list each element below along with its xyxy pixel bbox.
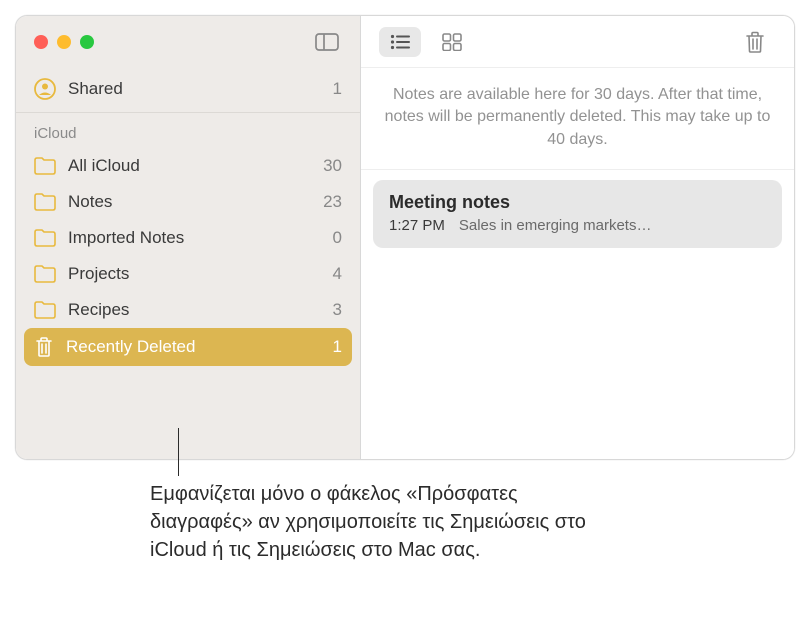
folder-icon (34, 193, 56, 211)
note-title: Meeting notes (389, 192, 766, 213)
sidebar-item-count: 0 (333, 228, 342, 248)
sidebar-section-header: iCloud (16, 113, 360, 148)
sidebar-item-shared[interactable]: Shared 1 (16, 68, 360, 113)
sidebar-toggle-button[interactable] (312, 31, 342, 53)
sidebar-item-count: 1 (333, 337, 342, 357)
sidebar-item-label: Imported Notes (68, 228, 184, 248)
grid-icon (442, 33, 462, 51)
deletion-notice: Notes are available here for 30 days. Af… (361, 68, 794, 170)
folder-icon (34, 229, 56, 247)
sidebar-item-count: 3 (333, 300, 342, 320)
note-time: 1:27 PM (389, 217, 445, 234)
sidebar-item-all-icloud[interactable]: All iCloud 30 (16, 148, 360, 184)
folder-icon (34, 265, 56, 283)
sidebar-item-imported-notes[interactable]: Imported Notes 0 (16, 220, 360, 256)
sidebar-item-recipes[interactable]: Recipes 3 (16, 292, 360, 328)
trash-icon (34, 336, 54, 358)
trash-icon (745, 30, 765, 54)
folder-icon (34, 301, 56, 319)
sidebar-item-count: 4 (333, 264, 342, 284)
sidebar-item-label: Notes (68, 192, 112, 212)
sidebar-item-label: All iCloud (68, 156, 140, 176)
titlebar (16, 16, 360, 68)
close-button[interactable] (34, 35, 48, 49)
sidebar-item-recently-deleted[interactable]: Recently Deleted 1 (24, 328, 352, 366)
main-panel: Notes are available here for 30 days. Af… (361, 16, 794, 459)
sidebar: Shared 1 iCloud All iCloud 30 Notes 23 I… (16, 16, 361, 459)
note-subtitle: 1:27 PM Sales in emerging markets… (389, 217, 766, 234)
folder-icon (34, 157, 56, 175)
sidebar-item-count: 23 (323, 192, 342, 212)
minimize-button[interactable] (57, 35, 71, 49)
note-item[interactable]: Meeting notes 1:27 PM Sales in emerging … (373, 180, 782, 248)
sidebar-item-label: Shared (68, 79, 123, 99)
sidebar-toggle-icon (315, 33, 339, 51)
sidebar-item-label: Projects (68, 264, 129, 284)
list-view-button[interactable] (379, 27, 421, 57)
main-toolbar (361, 16, 794, 68)
maximize-button[interactable] (80, 35, 94, 49)
list-icon (390, 34, 410, 50)
sidebar-item-count: 1 (333, 79, 342, 99)
sidebar-item-label: Recently Deleted (66, 337, 195, 357)
sidebar-item-notes[interactable]: Notes 23 (16, 184, 360, 220)
sidebar-item-projects[interactable]: Projects 4 (16, 256, 360, 292)
sidebar-item-label: Recipes (68, 300, 129, 320)
notes-window: Shared 1 iCloud All iCloud 30 Notes 23 I… (15, 15, 795, 460)
shared-icon (34, 78, 56, 100)
callout-text: Εμφανίζεται μόνο ο φάκελος «Πρόσφατες δι… (150, 460, 610, 564)
sidebar-item-count: 30 (323, 156, 342, 176)
note-preview: Sales in emerging markets… (459, 217, 652, 234)
gallery-view-button[interactable] (431, 27, 473, 57)
callout: Εμφανίζεται μόνο ο φάκελος «Πρόσφατες δι… (150, 460, 610, 564)
delete-button[interactable] (734, 27, 776, 57)
